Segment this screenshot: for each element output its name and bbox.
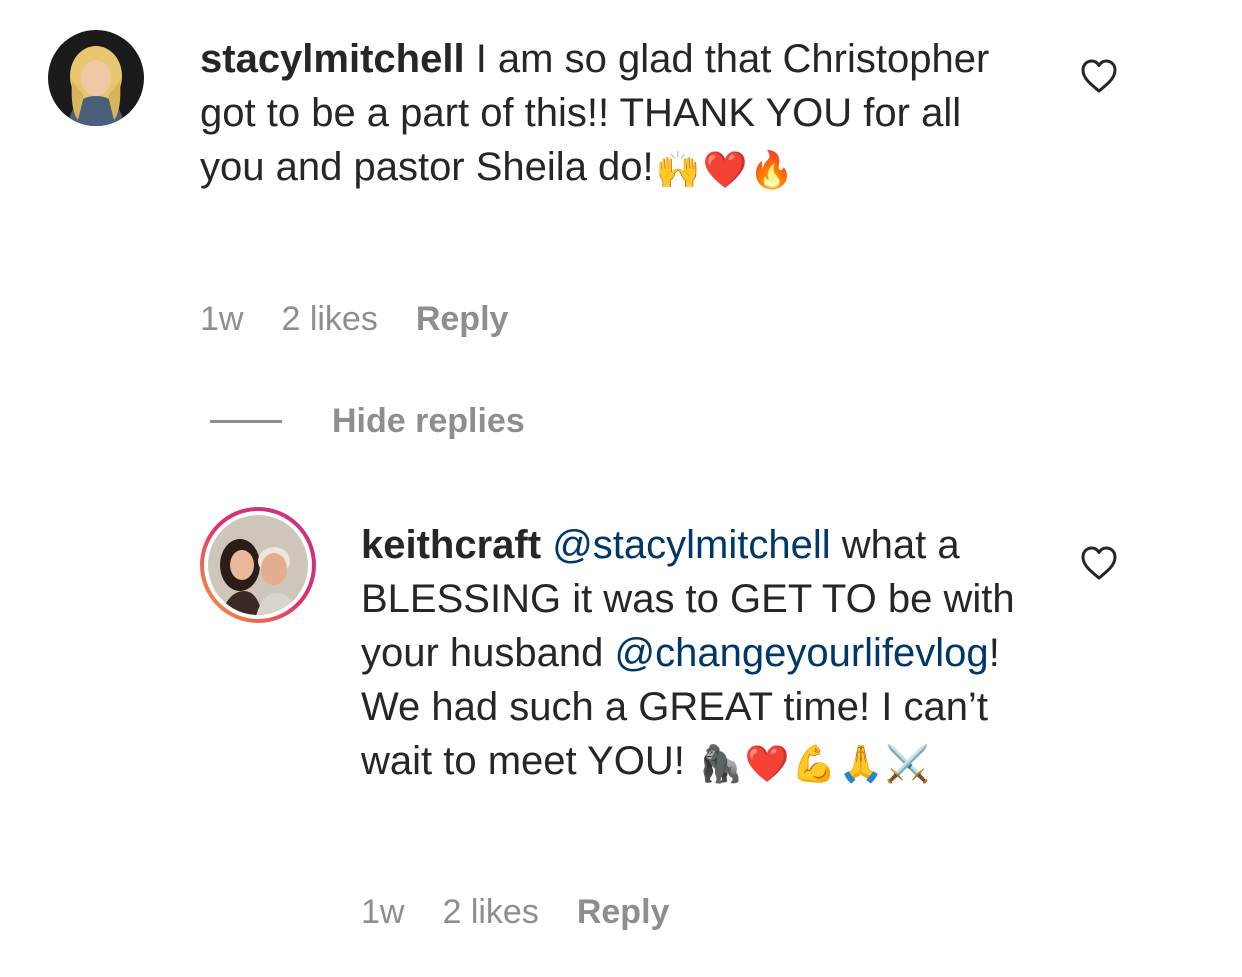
reply-likes[interactable]: 2 likes (442, 893, 538, 932)
divider-line (210, 420, 282, 423)
emoji-flexed-biceps: 💪 (791, 744, 837, 785)
emoji-gorilla: 🦍 (697, 744, 743, 785)
comment-time: 1w (200, 300, 244, 338)
avatar-keithcraft[interactable] (198, 505, 318, 625)
comment-username[interactable]: stacylmitchell (200, 37, 465, 81)
reply-button[interactable]: Reply (416, 300, 509, 339)
emoji-fire: 🔥 (749, 150, 795, 191)
reply-time: 1w (361, 893, 405, 931)
emoji-red-heart: ❤️ (744, 744, 790, 785)
reply-text: keithcraft @stacylmitchell what a BLESSI… (361, 518, 1041, 792)
hide-replies-label[interactable]: Hide replies (332, 402, 525, 441)
reply-username[interactable]: keithcraft (361, 523, 541, 567)
emoji-folded-hands: 🙏 (838, 744, 884, 785)
mention-changeyourlifevlog[interactable]: @changeyourlifevlog (615, 631, 989, 675)
heart-outline-icon[interactable] (1080, 545, 1118, 581)
emoji-crossed-swords: ⚔️ (885, 744, 931, 785)
emoji-red-heart: ❤️ (702, 150, 748, 191)
comment-likes[interactable]: 2 likes (281, 300, 377, 339)
reply-button[interactable]: Reply (577, 893, 670, 932)
comment-text: stacylmitchell I am so glad that Christo… (200, 32, 1020, 198)
avatar-image (48, 30, 144, 126)
reply-meta: 1w 2 likes Reply (361, 893, 669, 932)
mention-stacylmitchell[interactable]: @stacylmitchell (552, 523, 830, 567)
heart-outline-icon[interactable] (1080, 58, 1118, 94)
comment-meta: 1w 2 likes Reply (200, 300, 508, 339)
avatar-stacylmitchell[interactable] (48, 30, 144, 126)
hide-replies-toggle[interactable]: Hide replies (210, 402, 525, 441)
emoji-raising-hands: 🙌 (655, 150, 701, 191)
avatar-story-ring (200, 507, 316, 623)
